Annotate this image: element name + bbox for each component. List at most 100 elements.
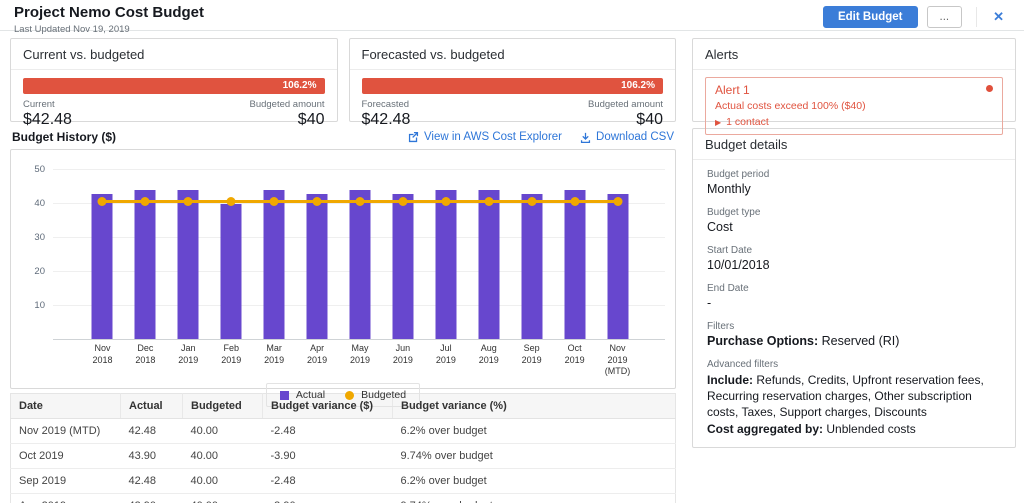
contact-expand-icon: ▶ <box>715 117 722 127</box>
forecasted-budget-label: Budgeted amount <box>587 99 663 110</box>
actual-bar-May 2019[interactable] <box>349 189 371 339</box>
table-row: Nov 2019 (MTD) 42.48 40.00 -2.48 6.2% ov… <box>10 418 676 444</box>
current-budget-label: Budgeted amount <box>249 99 325 110</box>
alert-item[interactable]: Alert 1 Actual costs exceed 100% ($40) ▶… <box>705 77 1003 135</box>
table-row: Aug 2019 43.90 40.00 -3.90 9.74% over bu… <box>10 493 676 503</box>
actual-bar-Jan 2019[interactable] <box>177 189 199 339</box>
table-row: Oct 2019 43.90 40.00 -3.90 9.74% over bu… <box>10 443 676 469</box>
view-in-cost-explorer-link[interactable]: View in AWS Cost Explorer <box>408 131 562 143</box>
current-amount-label: Current <box>23 99 55 110</box>
actual-bar-Nov 2019 (MTD)[interactable] <box>607 194 629 339</box>
x-axis-label: Jan 2019 <box>178 343 199 365</box>
x-axis-label: Sep 2019 <box>521 343 542 365</box>
header-actions: Edit Budget ... ✕ <box>822 6 1012 28</box>
forecasted-card-title: Forecasted vs. budgeted <box>349 39 675 70</box>
chart-slot <box>339 162 382 339</box>
advanced-filters-include: Include: Refunds, Credits, Upfront reser… <box>707 372 1001 421</box>
budgeted-point-Oct 2019[interactable] <box>570 197 580 207</box>
legend-circle-icon <box>345 390 355 400</box>
cell-date: Aug 2019 <box>10 493 121 503</box>
download-icon <box>580 132 591 143</box>
aggregated-key: Cost aggregated by: <box>707 421 824 436</box>
budgeted-point-Jan 2019[interactable] <box>183 197 193 207</box>
view-in-cost-explorer-label: View in AWS Cost Explorer <box>423 131 563 143</box>
download-csv-label: Download CSV <box>596 131 674 143</box>
budgeted-point-Jun 2019[interactable] <box>398 197 408 207</box>
alert-description: Actual costs exceed 100% ($40) <box>715 100 866 112</box>
forecasted-amount-label: Forecasted <box>361 99 410 110</box>
actual-bar-Sep 2019[interactable] <box>521 194 543 339</box>
budgeted-point-Jul 2019[interactable] <box>441 197 451 207</box>
bars-area <box>81 162 639 339</box>
close-icon[interactable]: ✕ <box>976 7 1012 27</box>
x-axis-line <box>53 339 665 340</box>
chart-slot <box>510 162 553 339</box>
column-header-budgeted[interactable]: Budgeted <box>182 393 263 419</box>
current-card-title: Current vs. budgeted <box>11 39 337 70</box>
filters-value: Purchase Options: Reserved (RI) <box>707 334 1001 348</box>
forecasted-budget-value: $40 <box>636 111 663 128</box>
external-link-icon <box>408 131 419 143</box>
cell-actual: 42.48 <box>120 468 183 494</box>
actual-bar-Dec 2018[interactable] <box>134 189 156 339</box>
alert-contacts-toggle[interactable]: ▶ 1 contact <box>715 116 993 128</box>
budgeted-point-Sep 2019[interactable] <box>527 197 537 207</box>
y-axis-tick-20: 20 <box>34 265 45 277</box>
budget-period-value: Monthly <box>707 182 751 196</box>
forecasted-amount-value: $42.48 <box>361 111 411 128</box>
cell-variance-percent: 9.74% over budget <box>392 493 676 503</box>
cell-date: Sep 2019 <box>10 468 121 494</box>
column-header-date[interactable]: Date <box>10 393 121 419</box>
actual-bar-Apr 2019[interactable] <box>306 194 328 339</box>
cell-variance-percent: 6.2% over budget <box>392 418 676 444</box>
budget-details-panel: Budget details Budget period Monthly Bud… <box>692 128 1016 448</box>
chart-slot <box>424 162 467 339</box>
budgeted-point-Dec 2018[interactable] <box>140 197 150 207</box>
budget-history-title: Budget History ($) <box>12 130 117 144</box>
chart-slot <box>596 162 639 339</box>
cell-date: Oct 2019 <box>10 443 121 469</box>
x-axis-label: Jul 2019 <box>435 343 456 365</box>
download-csv-link[interactable]: Download CSV <box>580 131 674 143</box>
filters-label: Filters <box>707 321 735 332</box>
table-row: Sep 2019 42.48 40.00 -2.48 6.2% over bud… <box>10 468 676 494</box>
actual-bar-Jul 2019[interactable] <box>435 189 457 339</box>
actual-bar-Jun 2019[interactable] <box>392 194 414 339</box>
chart-x-axis-labels: Nov 2018 Dec 2018 Jan 2019 Feb 2019 Mar 2019 Apr 20… <box>81 343 639 378</box>
edit-budget-button[interactable]: Edit Budget <box>822 6 918 28</box>
budgeted-point-Nov 2019 (MTD)[interactable] <box>613 197 623 207</box>
cost-aggregated-by: Cost aggregated by: Unblended costs <box>707 421 1001 437</box>
chart-slot <box>124 162 167 339</box>
actual-bar-Feb 2019[interactable] <box>220 204 242 339</box>
cell-budgeted: 40.00 <box>182 418 263 444</box>
budgeted-point-Mar 2019[interactable] <box>269 197 279 207</box>
actual-bar-Oct 2019[interactable] <box>564 189 586 339</box>
actual-bar-Nov 2018[interactable] <box>91 194 113 339</box>
chart-slot <box>210 162 253 339</box>
chart-slot <box>253 162 296 339</box>
alert-contacts-label: 1 contact <box>726 116 769 128</box>
alerts-panel: Alerts Alert 1 Actual costs exceed 100% … <box>692 38 1016 135</box>
current-budget-value: $40 <box>297 111 325 128</box>
end-date-value: - <box>707 296 712 310</box>
current-amount-value: $42.48 <box>23 111 72 128</box>
cell-actual: 43.90 <box>120 443 183 469</box>
x-axis-label: Jun 2019 <box>392 343 413 365</box>
budgeted-point-Aug 2019[interactable] <box>484 197 494 207</box>
budgeted-point-Nov 2018[interactable] <box>97 197 107 207</box>
cell-variance-dollars: -3.90 <box>262 493 393 503</box>
budgeted-point-May 2019[interactable] <box>355 197 365 207</box>
actual-bar-Mar 2019[interactable] <box>263 189 285 339</box>
column-header-variance-percent[interactable]: Budget variance (%) <box>392 393 676 419</box>
column-header-actual[interactable]: Actual <box>120 393 183 419</box>
x-axis-label: Aug 2019 <box>478 343 499 365</box>
chart-slot <box>296 162 339 339</box>
budgeted-point-Apr 2019[interactable] <box>312 197 322 207</box>
actual-bar-Aug 2019[interactable] <box>478 189 500 339</box>
budgeted-point-Feb 2019[interactable] <box>226 197 236 207</box>
alert-status-dot-icon <box>986 85 993 92</box>
cell-budgeted: 40.00 <box>182 443 263 469</box>
more-actions-button[interactable]: ... <box>926 6 963 28</box>
alert-name: Alert 1 <box>715 83 750 97</box>
y-axis-tick-10: 10 <box>34 299 45 311</box>
